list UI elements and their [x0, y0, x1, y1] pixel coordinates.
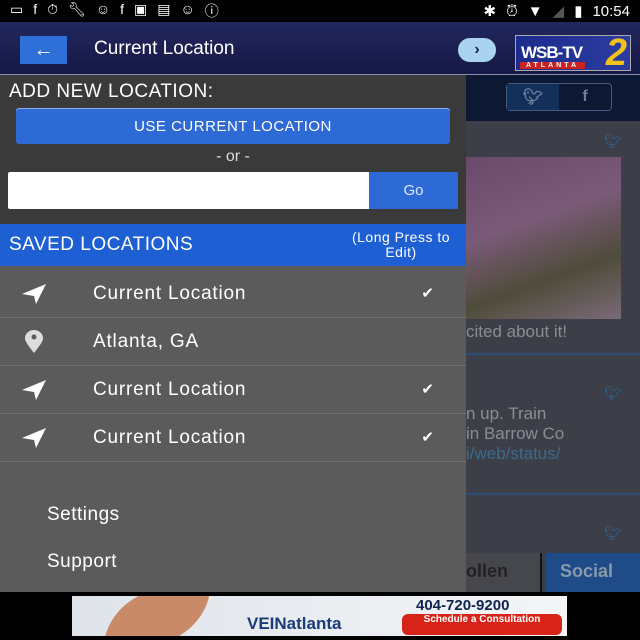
app-header: ← Current Location › WSB-TV 2 ATLANTA — [0, 22, 640, 75]
ad-phone: 404-720-9200 — [416, 597, 510, 614]
location-item[interactable]: Atlanta, GA — [0, 318, 466, 366]
twitter-icon: 🐦︎ — [604, 385, 622, 401]
ad-banner[interactable]: VEINatlanta 404-720-9200 Schedule a Cons… — [72, 596, 567, 636]
long-press-hint: (Long Press to Edit) — [351, 229, 451, 260]
ad-bar: VEINatlanta 404-720-9200 Schedule a Cons… — [0, 592, 640, 640]
chevron-right-icon: › — [474, 41, 480, 58]
checkmark-icon: ✔ — [421, 285, 434, 302]
location-item[interactable]: Current Location ✔ — [0, 414, 466, 462]
use-current-location-button[interactable]: USE CURRENT LOCATION — [16, 108, 450, 144]
post-link: i/web/status/ — [466, 444, 561, 463]
location-label: Atlanta, GA — [93, 330, 199, 352]
saved-locations-title: SAVED LOCATIONS — [9, 234, 194, 255]
location-label: Current Location — [93, 426, 247, 448]
post-image — [466, 157, 621, 319]
next-button[interactable]: › — [458, 38, 496, 62]
smiley-icon: ☺ — [95, 1, 111, 17]
signal-icon: ◢ — [552, 3, 565, 20]
messages-icon: ▭ — [10, 1, 24, 17]
ad-cta-button[interactable]: Schedule a Consultation — [402, 614, 562, 635]
arrow-left-icon: ← — [33, 38, 54, 61]
wsb-tv-logo[interactable]: WSB-TV 2 ATLANTA — [515, 32, 631, 74]
tab-scrollen: ollen — [466, 553, 542, 592]
checkmark-icon: ✔ — [421, 381, 434, 398]
social-toggle[interactable]: 🐦︎ f — [506, 83, 612, 111]
qt-icon: ▣ — [134, 1, 148, 17]
background-feed: 🐦︎ f 🐦︎ cited about it! 🐦︎ n up. Train in… — [466, 75, 640, 592]
app-icon: ▤ — [157, 1, 171, 17]
support-menu-item[interactable]: Support — [47, 551, 117, 573]
facebook-icon: f — [33, 1, 38, 17]
twitter-icon: 🐦︎ — [604, 525, 622, 541]
or-divider: - or - — [216, 148, 250, 165]
checkmark-icon: ✔ — [421, 429, 434, 446]
battery-icon: ▮ — [574, 3, 583, 20]
wrench-icon: 🔧︎ — [68, 1, 86, 17]
location-label: Current Location — [93, 378, 247, 400]
twitter-icon: 🐦︎ — [604, 133, 622, 149]
post-text: cited about it! — [466, 322, 568, 341]
map-pin-icon — [0, 329, 93, 354]
facebook-icon: f — [120, 1, 125, 17]
post-text: n up. Train — [466, 404, 547, 423]
saved-locations-list: Current Location ✔ Atlanta, GA Current L… — [0, 270, 466, 462]
settings-menu-item[interactable]: Settings — [47, 504, 120, 526]
saved-locations-header: SAVED LOCATIONS (Long Press to Edit) — [0, 224, 466, 266]
navigation-arrow-icon — [0, 427, 93, 449]
location-search-input[interactable] — [8, 172, 370, 209]
clock: 10:54 — [592, 2, 630, 20]
add-location-title: ADD NEW LOCATION: — [9, 81, 214, 102]
smiley-icon: ☺ — [180, 1, 195, 17]
location-label: Current Location — [93, 282, 247, 304]
back-button[interactable]: ← — [20, 36, 67, 64]
location-drawer: ADD NEW LOCATION: USE CURRENT LOCATION -… — [0, 75, 466, 592]
navigation-arrow-icon — [0, 379, 93, 401]
post-text: in Barrow Co — [466, 424, 565, 443]
tab-social: Social — [546, 553, 640, 592]
navigation-arrow-icon — [0, 283, 93, 305]
location-item[interactable]: Current Location ✔ — [0, 366, 466, 414]
page-title: Current Location — [94, 38, 235, 59]
wifi-icon: ▼ — [527, 2, 543, 20]
ad-image — [102, 596, 212, 636]
go-button[interactable]: Go — [369, 172, 458, 209]
info-icon: ⓘ — [204, 3, 219, 19]
ad-brand: VEINatlanta — [247, 614, 342, 633]
status-bar: ▭ f ⏱ 🔧︎ ☺ f ▣ ▤ ☺ ⓘ ✱ ⏰︎ ▼ ◢ ▮ 10:54 — [0, 0, 640, 22]
twitter-icon[interactable]: 🐦︎ — [507, 84, 559, 110]
location-item[interactable]: Current Location ✔ — [0, 270, 466, 318]
alarm-icon: ⏰︎ — [506, 2, 518, 20]
facebook-icon[interactable]: f — [559, 84, 611, 110]
bluetooth-icon: ✱ — [483, 3, 497, 20]
stopwatch-icon: ⏱ — [47, 1, 59, 17]
